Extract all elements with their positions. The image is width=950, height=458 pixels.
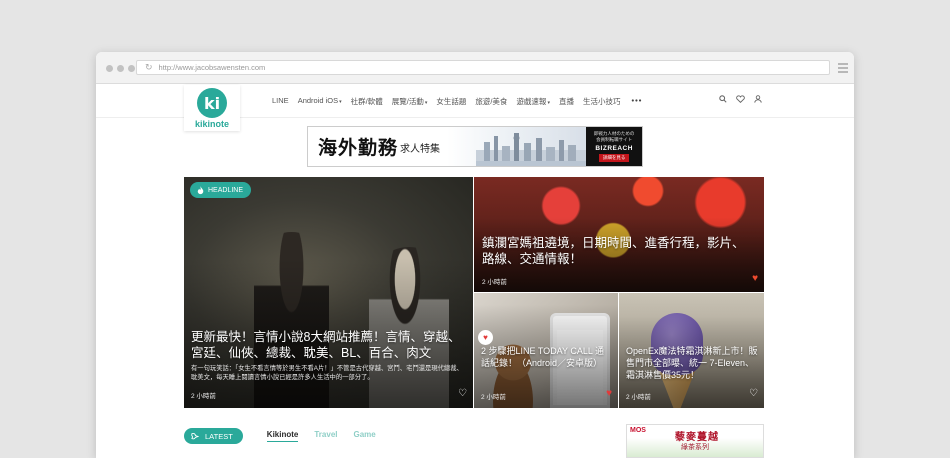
window-controls	[106, 65, 135, 72]
menu-item-girls-topics[interactable]: 女生話題	[436, 96, 466, 107]
sidebar-ad-title: 藜麥蔓越	[675, 432, 719, 443]
url-text[interactable]: http://www.jacobsawensten.com	[159, 63, 266, 72]
featured-article-main[interactable]: HEADLINE 更新最快！言情小說8大網站推薦！言情、穿越、宮廷、仙俠、總裁、…	[184, 177, 473, 408]
article-title[interactable]: 鎮瀾宮媽祖遶境，日期時間、進香行程，影片、路線、交通情報！	[482, 235, 752, 268]
ad-banner-side-text: 即戦力人材のための 会員制転職サイト	[593, 131, 635, 142]
heart-icon[interactable]: ♥	[752, 273, 758, 284]
menu-item-life-tips[interactable]: 生活小技巧	[583, 96, 621, 107]
article-title[interactable]: OpenEx魔法特霜淇淋新上市！販售門市全部曝、統一 7-Eleven、霜淇淋售…	[626, 345, 760, 381]
ad-banner-main: 海外勤務 求人特集	[308, 127, 587, 166]
header-actions	[719, 95, 762, 103]
menu-item-live[interactable]: 直播	[559, 96, 574, 107]
main-menu: LINE Android iOS 社群/軟體 展覽/活動 女生話題 旅遊/美食 …	[272, 96, 642, 107]
menu-item-android-ios[interactable]: Android iOS	[298, 96, 342, 107]
menu-item-travel-food[interactable]: 旅遊/美食	[475, 96, 507, 107]
latest-tabs: Kikinote Travel Game	[266, 430, 376, 442]
featured-article-mid[interactable]: ♥ 2 步驟把LINE TODAY CALL 通話紀錄！（Android／安卓版…	[474, 293, 618, 408]
window-dot-icon[interactable]	[117, 65, 124, 72]
search-icon[interactable]	[719, 95, 727, 103]
web-page: ki kikinote LINE Android iOS 社群/軟體 展覽/活動…	[96, 84, 854, 458]
logo-mark: ki	[197, 88, 227, 118]
ad-banner-brand: BIZREACH	[595, 144, 633, 152]
favorite-badge-icon[interactable]: ♥	[478, 330, 493, 345]
menu-item-line[interactable]: LINE	[272, 96, 289, 107]
heart-icon[interactable]	[736, 95, 745, 103]
browser-toolbar: ↻ http://www.jacobsawensten.com	[96, 52, 854, 84]
user-icon[interactable]	[754, 95, 762, 103]
menu-item-social-software[interactable]: 社群/軟體	[351, 96, 383, 107]
heart-icon[interactable]: ♡	[749, 388, 758, 399]
latest-section-header: LATEST Kikinote Travel Game	[184, 427, 376, 445]
article-time: 2 小時前	[482, 279, 507, 286]
article-time: 2 小時前	[191, 393, 216, 400]
ad-banner-title: 海外勤務	[318, 138, 399, 159]
ad-banner[interactable]: 海外勤務 求人特集 即戦力人材のための会員制転職サイト BIZREACH 詳細を…	[307, 126, 643, 167]
article-title[interactable]: 更新最快！言情小說8大網站推薦！言情、穿越、宮廷、仙俠、總裁、耽美、BL、百合、…	[191, 329, 466, 362]
ad-banner-side: 即戦力人材のための 会員制転職サイト BIZREACH 詳細を見る	[586, 127, 642, 166]
headline-tag-label: HEADLINE	[208, 186, 244, 194]
tab-game[interactable]: Game	[354, 430, 376, 442]
sidebar-ad[interactable]: MOS 藜麥蔓越 綠茶系列	[626, 424, 764, 458]
site-header: ki kikinote LINE Android iOS 社群/軟體 展覽/活動…	[96, 84, 854, 131]
browser-menu-icon[interactable]	[838, 63, 848, 75]
sidebar-ad-subtitle: 綠茶系列	[681, 443, 709, 451]
heart-icon[interactable]: ♥	[606, 388, 612, 399]
featured-article-right[interactable]: OpenEx魔法特霜淇淋新上市！販售門市全部曝、統一 7-Eleven、霜淇淋售…	[619, 293, 764, 408]
address-bar[interactable]: ↻ http://www.jacobsawensten.com	[136, 60, 830, 75]
latest-badge-label: LATEST	[205, 431, 233, 441]
window-dot-icon[interactable]	[106, 65, 113, 72]
featured-article-top[interactable]: 鎮瀾宮媽祖遶境，日期時間、進香行程，影片、路線、交通情報！ 2 小時前 ♥	[474, 177, 764, 292]
sidebar-ad-brand: MOS	[630, 427, 646, 434]
fire-icon	[197, 185, 204, 194]
tab-travel[interactable]: Travel	[314, 430, 337, 442]
window-dot-icon[interactable]	[128, 65, 135, 72]
more-menu-icon[interactable]: •••	[631, 96, 642, 107]
article-title[interactable]: 2 步驟把LINE TODAY CALL 通話紀錄！（Android／安卓版）	[481, 345, 611, 369]
ad-banner-cta-button[interactable]: 詳細を見る	[598, 153, 630, 162]
ad-banner-subtitle: 求人特集	[400, 144, 441, 155]
menu-item-game-news[interactable]: 遊戲速報	[516, 96, 550, 107]
article-excerpt: 有一句玩笑話：「女生不看言情等於男生不看A片！」不管是古代穿越、宮鬥、宅鬥還是現…	[191, 365, 463, 382]
reload-icon[interactable]: ↻	[145, 62, 153, 73]
browser-window: ↻ http://www.jacobsawensten.com ki kikin…	[96, 52, 854, 458]
logo-text: kikinote	[194, 119, 229, 129]
tab-kikinote[interactable]: Kikinote	[266, 430, 299, 442]
bird-icon	[191, 432, 199, 439]
headline-tag: HEADLINE	[190, 182, 252, 198]
featured-grid: HEADLINE 更新最快！言情小說8大網站推薦！言情、穿越、宮廷、仙俠、總裁、…	[184, 177, 764, 408]
heart-icon[interactable]: ♡	[458, 388, 467, 399]
article-time: 2 小時前	[626, 394, 651, 401]
menu-item-exhibitions[interactable]: 展覽/活動	[392, 96, 428, 107]
skyline-illustration	[476, 133, 587, 166]
site-logo[interactable]: ki kikinote	[184, 85, 240, 131]
article-time: 2 小時前	[481, 394, 506, 401]
latest-badge: LATEST	[184, 428, 243, 444]
